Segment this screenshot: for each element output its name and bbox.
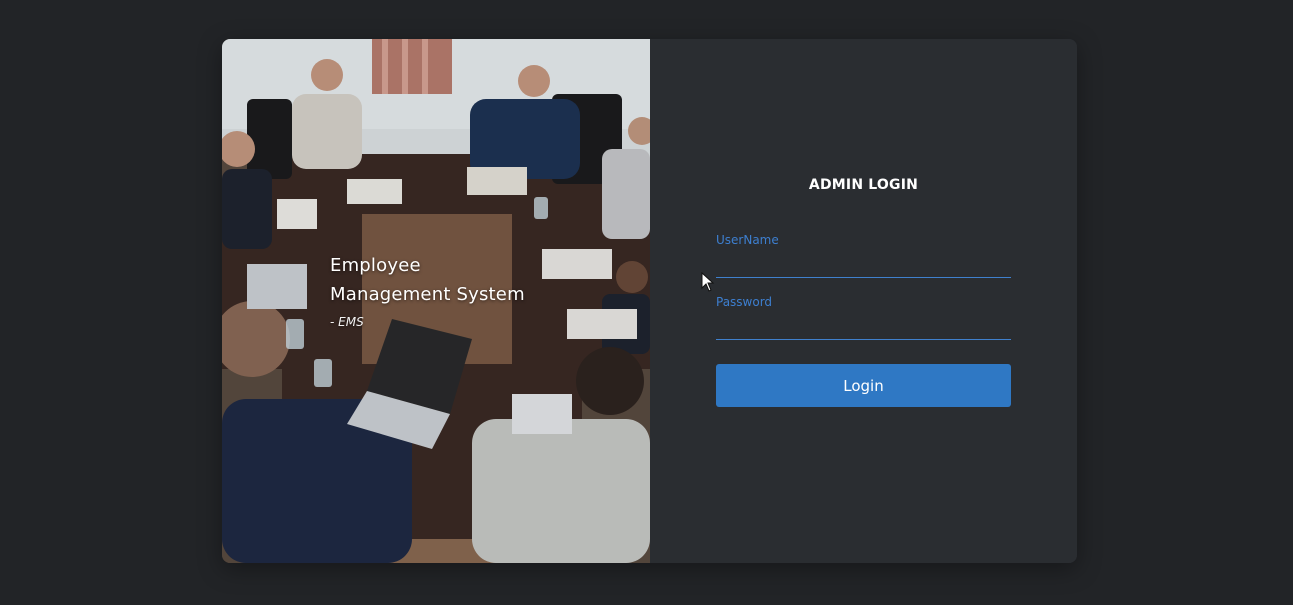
- meeting-photo: Employee Management System - EMS: [222, 39, 650, 563]
- login-panel: ADMIN LOGIN UserName Password Login: [650, 39, 1077, 563]
- password-input[interactable]: [716, 314, 1011, 340]
- hero-title-line1: Employee: [330, 255, 421, 276]
- username-label: UserName: [716, 233, 779, 247]
- username-input[interactable]: [716, 252, 1011, 278]
- username-field: UserName: [716, 232, 1011, 278]
- login-button[interactable]: Login: [716, 364, 1011, 407]
- hero-title-line2: Management System: [330, 284, 525, 305]
- mouse-pointer-icon: [701, 272, 715, 292]
- hero-subtitle: - EMS: [330, 315, 364, 329]
- login-title: ADMIN LOGIN: [808, 177, 919, 193]
- hero-text: Employee Management System - EMS: [330, 251, 525, 329]
- login-card: Employee Management System - EMS ADMIN L…: [222, 39, 1077, 563]
- password-label: Password: [716, 295, 773, 309]
- password-field: Password: [716, 294, 1011, 340]
